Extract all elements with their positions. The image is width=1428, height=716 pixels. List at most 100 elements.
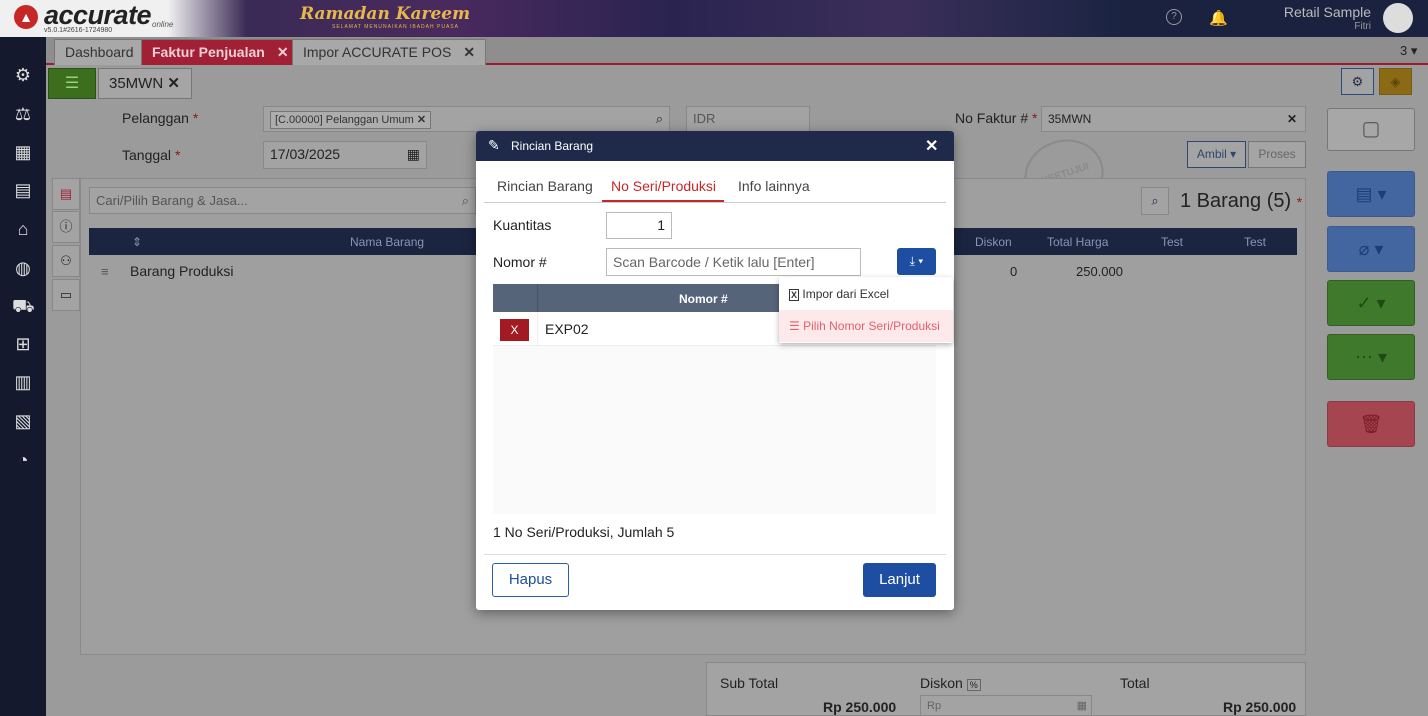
item-count-text: 1 Barang (5) xyxy=(1180,190,1292,212)
clear-icon[interactable]: ✕ xyxy=(1287,107,1297,131)
cart-icon[interactable]: ⛟ xyxy=(12,295,35,317)
col-total-harga[interactable]: Total Harga xyxy=(1047,235,1108,249)
tab-info-lainnya[interactable]: Info lainnya xyxy=(738,178,810,194)
row-divider xyxy=(537,312,538,346)
tax-icon[interactable]: ▧ xyxy=(12,410,34,432)
col-test-2[interactable]: Test xyxy=(1244,235,1266,249)
sort-icon[interactable]: ⇕ xyxy=(132,235,142,249)
calendar-icon[interactable]: ▦ xyxy=(407,142,420,166)
avatar[interactable] xyxy=(1383,3,1413,33)
scan-barcode-input[interactable]: Scan Barcode / Ketik lalu [Enter] xyxy=(606,248,861,276)
more-button[interactable]: ⋯ ▾ xyxy=(1327,334,1415,380)
search-icon[interactable]: ⌕ xyxy=(462,188,469,213)
pelanggan-field[interactable]: [C.00000] Pelanggan Umum ✕ ⌕ xyxy=(263,106,670,132)
save-button[interactable]: ▢ xyxy=(1327,108,1415,151)
drag-handle-icon[interactable]: ≡ xyxy=(101,264,109,279)
menu-item-pilih-nomor-seri[interactable]: ☰ Pilih Nomor Seri/Produksi xyxy=(779,310,953,342)
list-view-button[interactable]: ☰ xyxy=(48,68,96,99)
warehouse-icon[interactable]: ▥ xyxy=(12,371,34,393)
import-dropdown-button[interactable]: ⤓ ▾ xyxy=(897,248,936,275)
search-icon[interactable]: ⌕ xyxy=(656,107,663,131)
menu-item-label: Impor dari Excel xyxy=(802,287,890,301)
hapus-button[interactable]: Hapus xyxy=(492,563,569,597)
bank-icon[interactable]: ⌂ xyxy=(12,218,34,240)
tab-bar: Dashboard Faktur Penjualan ✕ Impor ACCURA… xyxy=(46,37,1428,65)
col-diskon[interactable]: Diskon xyxy=(975,235,1012,249)
document-tab[interactable]: 35MWN ✕ xyxy=(98,68,192,99)
diskon-input[interactable]: Rp ▦ xyxy=(920,695,1092,716)
building-icon[interactable]: ▦ xyxy=(12,141,34,163)
help-icon[interactable]: ? xyxy=(1166,9,1182,25)
col-nomor: Nomor # xyxy=(679,292,728,306)
tanggal-label: Tanggal * xyxy=(122,147,181,163)
customer-chip: [C.00000] Pelanggan Umum ✕ xyxy=(270,111,432,129)
money-bag-icon[interactable]: ◍ xyxy=(12,257,34,279)
diskon-label-text: Diskon xyxy=(920,675,963,691)
no-faktur-label-text: No Faktur # xyxy=(955,110,1029,126)
delete-row-button[interactable]: X xyxy=(500,319,529,341)
calculator-icon[interactable]: ▦ xyxy=(1077,696,1087,716)
close-icon[interactable]: ✕ xyxy=(463,44,475,60)
search-icon[interactable]: ⌕ xyxy=(1141,187,1169,215)
ramadan-banner xyxy=(0,0,1120,37)
tab-dashboard[interactable]: Dashboard xyxy=(54,39,145,65)
lanjut-button[interactable]: Lanjut xyxy=(863,563,936,597)
detail-tab-icon[interactable]: ▤ xyxy=(52,178,80,210)
no-faktur-value: 35MWN xyxy=(1048,112,1092,126)
remove-icon[interactable]: ✕ xyxy=(417,114,426,126)
document-button[interactable]: ▤ ▾ xyxy=(1327,171,1415,217)
ambil-button[interactable]: Ambil ▾ xyxy=(1187,141,1246,168)
no-faktur-field[interactable]: 35MWN ✕ xyxy=(1041,106,1306,132)
proses-button[interactable]: Proses xyxy=(1248,141,1306,168)
gear-icon[interactable]: ⚙ xyxy=(1341,68,1374,95)
diskon-unit[interactable]: % xyxy=(966,679,981,691)
approve-button[interactable]: ✓ ▾ xyxy=(1327,280,1415,326)
col-test-1[interactable]: Test xyxy=(1161,235,1183,249)
serial-number[interactable]: EXP02 xyxy=(545,321,589,337)
tab-rincian-barang[interactable]: Rincian Barang xyxy=(497,178,593,194)
footer-divider xyxy=(484,554,946,555)
totals-panel: Sub Total Rp 250.000 Diskon % Rp ▦ Total … xyxy=(706,662,1306,716)
close-icon[interactable]: ✕ xyxy=(925,136,938,156)
pelanggan-label: Pelanggan * xyxy=(122,110,199,126)
report-icon[interactable]: ◔ xyxy=(12,449,34,471)
tanggal-value: 17/03/2025 xyxy=(270,146,341,162)
document-tab-label: 35MWN xyxy=(109,75,164,92)
scale-icon[interactable]: ⚖ xyxy=(12,103,34,125)
col-nama-barang[interactable]: Nama Barang xyxy=(350,235,424,249)
active-tab-indicator xyxy=(602,200,724,202)
person-tab-icon[interactable]: ⚇ xyxy=(52,245,80,277)
grid-header-divider xyxy=(537,284,538,312)
close-icon[interactable]: ✕ xyxy=(167,75,180,92)
menu-item-label: Pilih Nomor Seri/Produksi xyxy=(803,319,940,333)
ambil-label: Ambil xyxy=(1196,147,1227,161)
lightbulb-icon[interactable]: ◈ xyxy=(1379,68,1412,95)
tab-no-seri-produksi[interactable]: No Seri/Produksi xyxy=(611,178,716,194)
excel-icon: X xyxy=(789,289,800,301)
item-name[interactable]: Barang Produksi xyxy=(130,263,234,279)
tab-count[interactable]: 3 ▾ xyxy=(1400,43,1417,59)
item-search-input[interactable]: Cari/Pilih Barang & Jasa... ⌕ xyxy=(89,187,476,214)
delete-button[interactable]: 🗑 xyxy=(1327,401,1415,447)
tab-divider xyxy=(484,202,946,203)
close-icon[interactable]: ✕ xyxy=(277,44,289,60)
attachment-button[interactable]: ⌀ ▾ xyxy=(1327,226,1415,272)
tab-impor-pos[interactable]: Impor ACCURATE POS ✕ xyxy=(292,39,487,65)
notes-tab-icon[interactable]: ▭ xyxy=(52,279,80,311)
bell-icon[interactable]: 🔔 xyxy=(1209,9,1228,27)
modal-header: ✎ Rincian Barang ✕ xyxy=(476,131,954,161)
currency-field: IDR xyxy=(686,106,810,132)
total-label: Total xyxy=(1120,675,1150,691)
rincian-barang-modal: ✎ Rincian Barang ✕ Rincian Barang No Ser… xyxy=(476,131,954,610)
serial-summary: 1 No Seri/Produksi, Jumlah 5 xyxy=(493,524,675,540)
info-tab-icon[interactable]: ⓘ xyxy=(52,211,80,243)
item-total: 250.000 xyxy=(1076,264,1123,279)
trolley-icon[interactable]: ⊞ xyxy=(12,333,34,355)
ledger-icon[interactable]: ▤ xyxy=(12,179,34,201)
settings-icon[interactable]: ⚙ xyxy=(12,64,34,86)
tab-faktur-penjualan[interactable]: Faktur Penjualan ✕ xyxy=(141,39,300,65)
menu-item-impor-excel[interactable]: X Impor dari Excel xyxy=(779,277,953,309)
tanggal-field[interactable]: 17/03/2025 ▦ xyxy=(263,141,427,169)
kuantitas-input[interactable]: 1 xyxy=(606,212,672,239)
pencil-icon: ✎ xyxy=(488,137,500,153)
